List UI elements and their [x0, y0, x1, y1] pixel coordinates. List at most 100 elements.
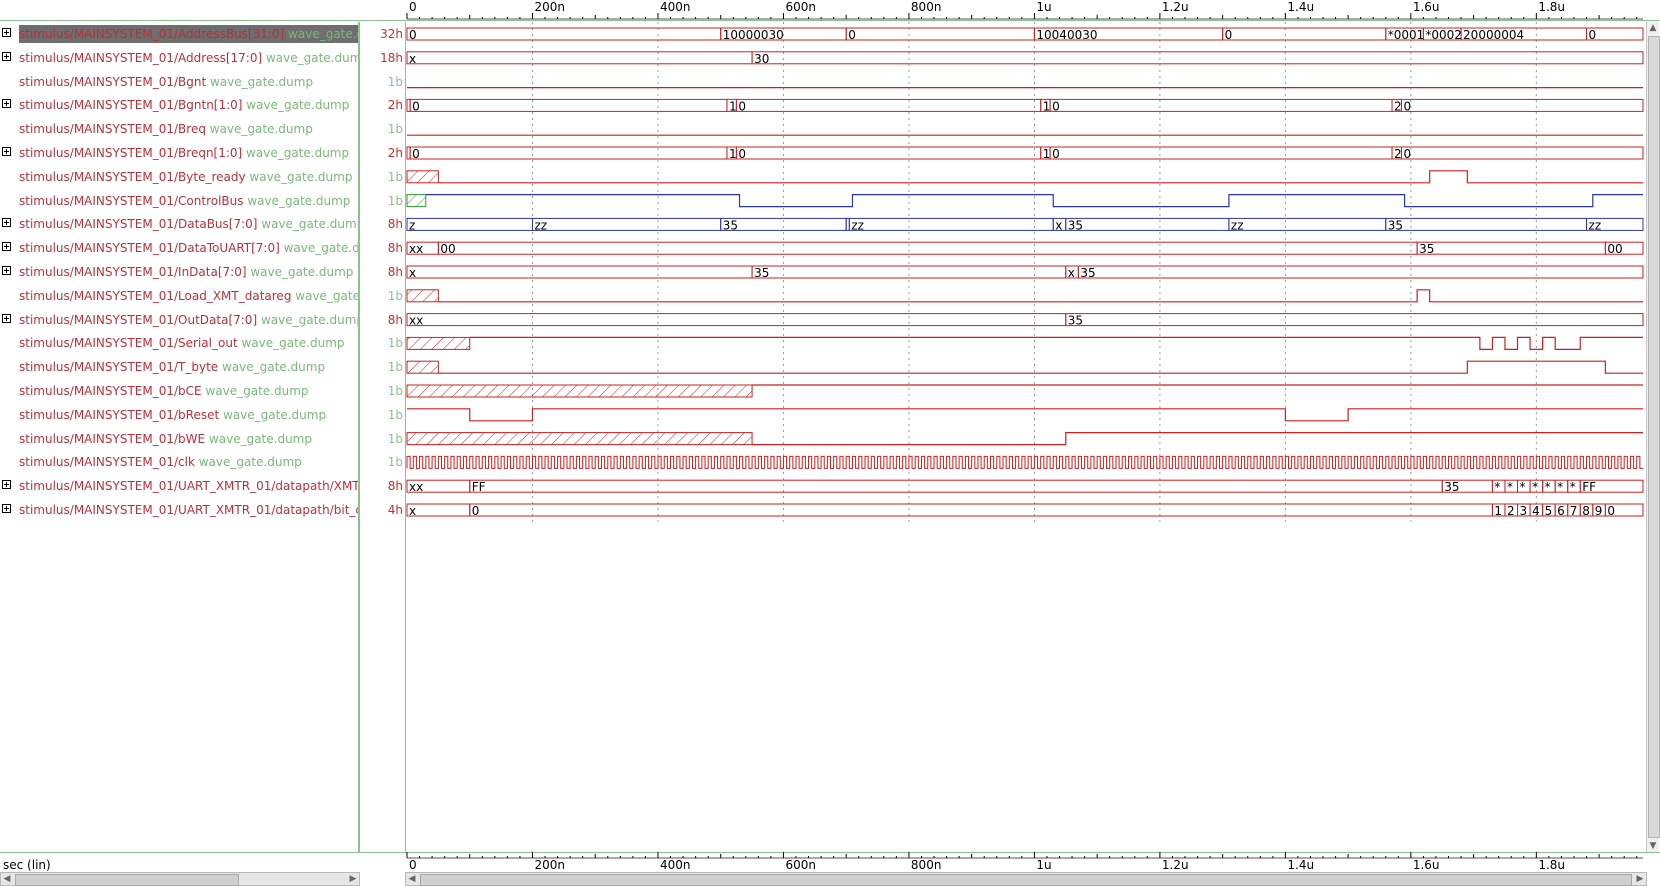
- scroll-down-icon[interactable]: ▼: [1648, 841, 1658, 851]
- bus-segment: [1049, 98, 1393, 112]
- bus-segment: [406, 503, 471, 517]
- bus-segment: [437, 241, 1418, 255]
- signal-wave[interactable]: [406, 194, 1643, 208]
- bus-value: 0: [1052, 99, 1060, 113]
- scroll-left-icon[interactable]: ◀: [2, 874, 12, 884]
- clock-trace: [406, 455, 1643, 469]
- signal-wave[interactable]: z zz 35 zz x 35 zz 35 zz: [406, 217, 1644, 232]
- signal-wave[interactable]: 0101020: [406, 146, 1644, 161]
- scroll-up-icon[interactable]: ▲: [1648, 23, 1658, 33]
- scroll-right-icon[interactable]: ▶: [1635, 874, 1645, 884]
- bus-value: 35: [1068, 218, 1083, 232]
- ruler-top: 0 200n 400n 600n 800n 1u 1.2u 1.4u 1.6u 1.8u: [406, 0, 1643, 20]
- bus-value: 35: [1444, 480, 1459, 494]
- ruler-tick-label: 200n: [534, 858, 565, 872]
- bus-value: 0: [1052, 147, 1060, 161]
- signal-wave[interactable]: [406, 384, 1643, 398]
- ruler-tick-label: 200n: [534, 0, 565, 14]
- signal-wave[interactable]: 0101020: [406, 98, 1644, 113]
- bus-value: zz: [1589, 218, 1602, 232]
- bit-trace: [438, 360, 1643, 374]
- bus-value: 00: [440, 242, 455, 256]
- signal-wave[interactable]: [406, 336, 1643, 350]
- ruler-tick-label: 600n: [785, 0, 816, 14]
- bus-segment: [406, 217, 533, 231]
- bus-value: zz: [1231, 218, 1244, 232]
- bus-value: *0001: [1388, 28, 1425, 42]
- bus-segment: [1222, 27, 1387, 41]
- ruler-tick-label: 800n: [911, 858, 942, 872]
- ruler-tick-label: 1.4u: [1287, 858, 1314, 872]
- bus-segment: [469, 503, 1493, 517]
- bus-segment: [1065, 313, 1644, 327]
- signal-wave[interactable]: x01234567890: [406, 503, 1644, 518]
- signal-wave[interactable]: x 30: [406, 51, 1644, 66]
- bus-value: 3: [1520, 504, 1528, 518]
- wave-vertical-scrollbar[interactable]: ▲ ▼: [1646, 22, 1660, 852]
- bus-value: x: [409, 52, 416, 66]
- ruler-tick-label: 400n: [660, 0, 691, 14]
- ruler-tick-label: 1.4u: [1287, 0, 1314, 14]
- waveform-canvas[interactable]: 0 200n 400n 600n 800n 1u 1.2u 1.4u 1.6u 1.8u 0 200n…: [0, 0, 1660, 886]
- bus-value: xx: [409, 480, 423, 494]
- bus-value: 0: [472, 504, 480, 518]
- bus-value: 0: [1589, 28, 1597, 42]
- signal-wave[interactable]: [406, 432, 1643, 446]
- wave-horizontal-scrollbar[interactable]: ◀ ▶: [405, 872, 1647, 886]
- bus-value: 35: [1388, 218, 1403, 232]
- ruler-bottom: 0 200n 400n 600n 800n 1u 1.2u 1.4u 1.6u 1.8u: [406, 852, 1643, 872]
- bus-value: 0: [1607, 504, 1615, 518]
- bus-value: 1: [1494, 504, 1502, 518]
- bus-value: x: [409, 504, 416, 518]
- bus-value: 2: [1394, 147, 1402, 161]
- bus-value: 2: [1394, 99, 1402, 113]
- bus-value: 0: [412, 147, 420, 161]
- bus-value: 0: [1403, 99, 1411, 113]
- bus-segment: [1400, 98, 1644, 112]
- bus-value: 00: [1607, 242, 1622, 256]
- bus-value: 1: [1043, 147, 1051, 161]
- names-horizontal-scrollbar[interactable]: ◀ ▶: [0, 872, 360, 886]
- bus-value: 4: [1532, 504, 1540, 518]
- signal-wave[interactable]: 0 10000030 0 10040030 0 *0001 *0002 20000004 0: [406, 27, 1644, 42]
- signal-wave[interactable]: [406, 455, 1643, 469]
- bus-value: 7: [1570, 504, 1578, 518]
- bus-value: 35: [754, 266, 769, 280]
- signal-wave[interactable]: [406, 289, 1643, 303]
- bit-trace: [752, 432, 1643, 446]
- bus-segment: [751, 265, 1067, 279]
- signal-wave[interactable]: [407, 408, 1643, 422]
- bus-value: 0: [1403, 147, 1411, 161]
- unknown-state-hatch: [406, 432, 753, 446]
- bus-value: 8: [1582, 504, 1590, 518]
- signal-wave[interactable]: [406, 360, 1643, 374]
- wave-vertical-scroll-thumb[interactable]: [1648, 36, 1660, 838]
- bus-segment: [406, 313, 1067, 327]
- signal-wave[interactable]: [406, 170, 1643, 184]
- bus-value: x: [1068, 266, 1075, 280]
- signal-wave[interactable]: x 35 x 35: [406, 265, 1644, 280]
- bus-segment: [1385, 217, 1588, 231]
- bus-segment: [406, 51, 753, 65]
- signal-wave[interactable]: xx 00 35 00: [406, 241, 1644, 256]
- ruler-tick-label: 1u: [1036, 858, 1051, 872]
- bus-segment: [1416, 241, 1606, 255]
- bus-value: zz: [851, 218, 864, 232]
- bus-value: x: [1055, 218, 1062, 232]
- bus-value: 10040030: [1036, 28, 1097, 42]
- ruler-tick-label: 1u: [1036, 0, 1051, 14]
- bus-value: 1: [729, 147, 737, 161]
- signal-wave[interactable]: xx FF 35 * * * * * * * FF: [406, 479, 1644, 494]
- scroll-right-icon[interactable]: ▶: [348, 874, 358, 884]
- wave-scroll-thumb[interactable]: [420, 874, 1632, 886]
- waveform-viewer: stimulus/MAINSYSTEM_01/AddressBus[31:0] …: [0, 0, 1660, 886]
- bus-value: 10000030: [723, 28, 784, 42]
- bus-value: 5: [1545, 504, 1553, 518]
- bus-value: x: [409, 266, 416, 280]
- signal-wave[interactable]: xx 35: [406, 313, 1644, 328]
- names-scroll-thumb[interactable]: [15, 874, 239, 886]
- scroll-left-icon[interactable]: ◀: [407, 874, 417, 884]
- ruler-tick-label: 0: [409, 0, 417, 14]
- bus-segment: [469, 479, 1443, 493]
- unknown-state-hatch: [406, 194, 427, 208]
